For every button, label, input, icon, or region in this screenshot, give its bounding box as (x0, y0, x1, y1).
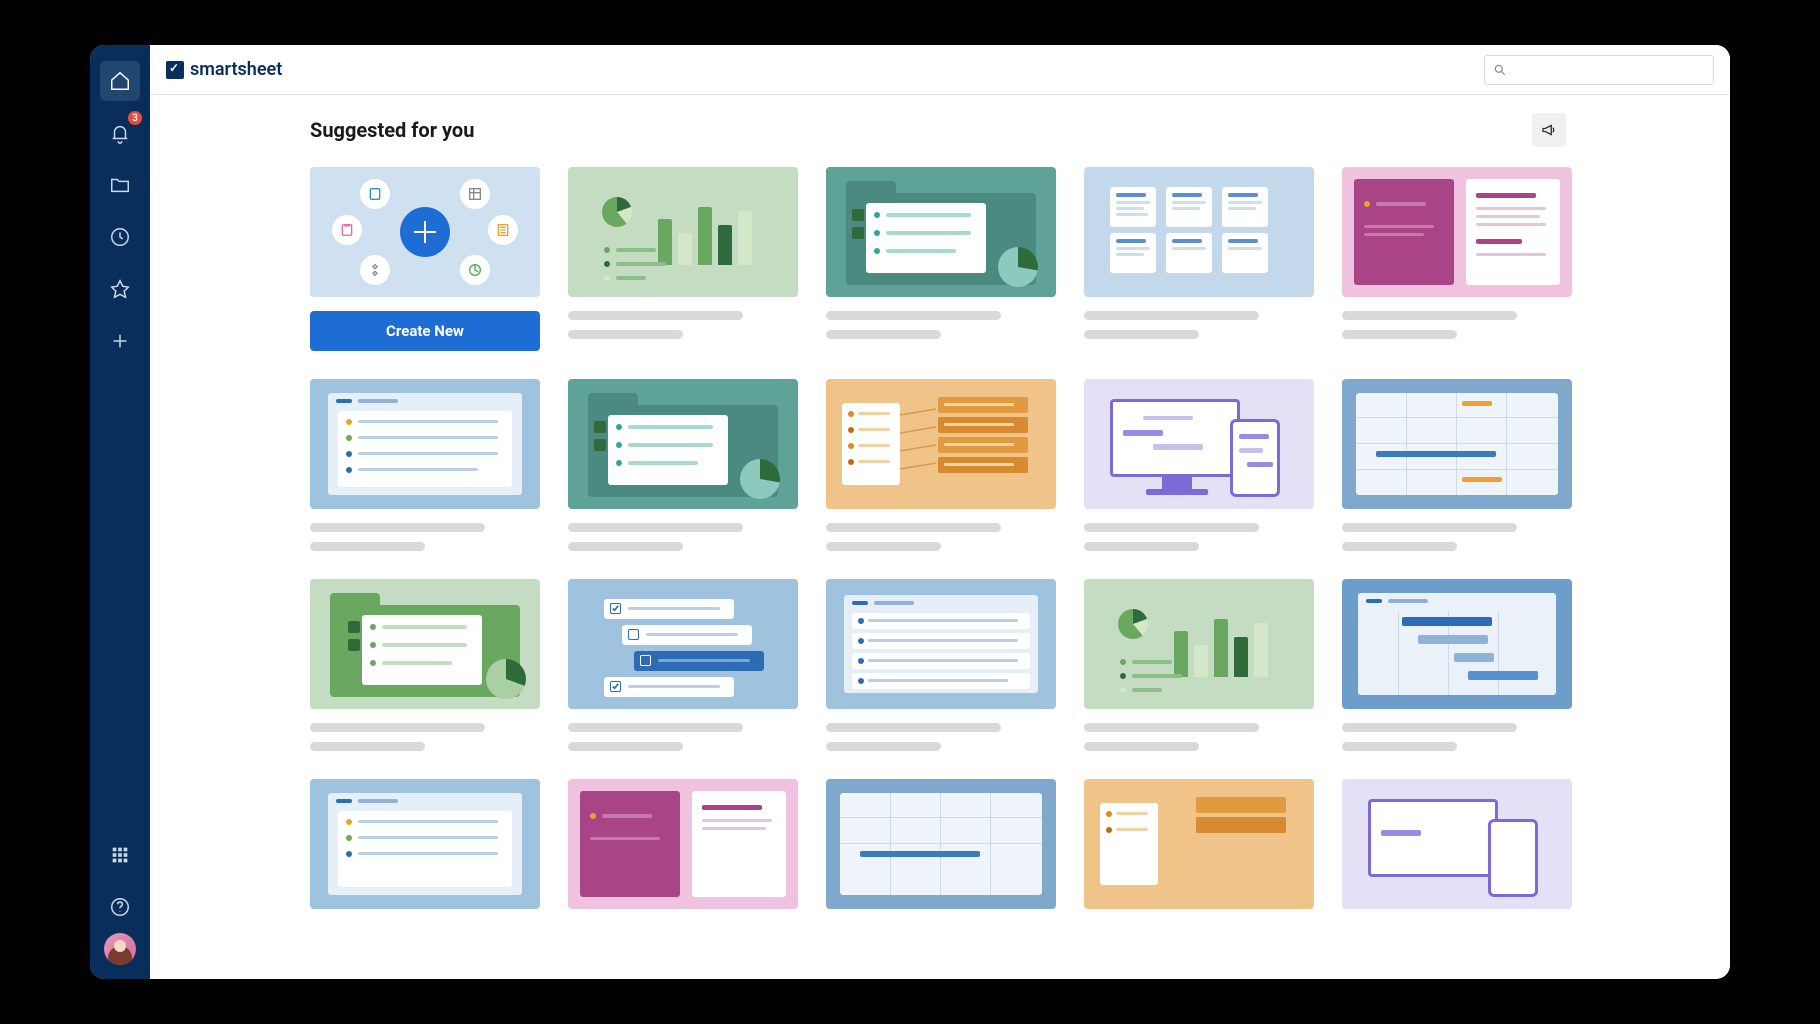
search-icon (1493, 63, 1507, 77)
template-card[interactable] (1342, 167, 1572, 351)
template-card[interactable] (568, 379, 798, 551)
notifications-badge: 3 (128, 111, 142, 125)
nav-help[interactable] (100, 887, 140, 927)
brand-mark-icon (166, 61, 184, 79)
template-card[interactable] (568, 167, 798, 351)
megaphone-icon (1540, 121, 1558, 139)
template-card[interactable] (568, 579, 798, 751)
nav-apps[interactable] (100, 835, 140, 875)
template-card[interactable] (310, 779, 540, 909)
brand-name: smartsheet (190, 59, 282, 80)
create-thumb (310, 167, 540, 297)
topbar: smartsheet (150, 45, 1730, 95)
search-field[interactable] (1513, 62, 1705, 77)
template-card[interactable] (1342, 379, 1572, 551)
create-new-button[interactable]: Create New (310, 311, 540, 351)
brand-logo[interactable]: smartsheet (166, 59, 282, 80)
search-input[interactable] (1484, 55, 1714, 85)
nav-favorites[interactable] (100, 269, 140, 309)
nav-browse[interactable] (100, 165, 140, 205)
template-card[interactable] (1342, 779, 1572, 909)
template-card[interactable] (1084, 379, 1314, 551)
template-grid: Create New (310, 167, 1570, 909)
template-card[interactable] (826, 167, 1056, 351)
nav-recents[interactable] (100, 217, 140, 257)
sidebar: 3 (90, 45, 150, 979)
nav-notifications[interactable]: 3 (100, 113, 140, 153)
nav-home[interactable] (100, 61, 140, 101)
user-avatar[interactable] (104, 933, 136, 965)
template-card[interactable] (1084, 779, 1314, 909)
plus-icon (400, 207, 450, 257)
template-card[interactable] (1084, 579, 1314, 751)
template-card[interactable] (1084, 167, 1314, 351)
template-card[interactable] (826, 579, 1056, 751)
template-card[interactable] (826, 379, 1056, 551)
template-card[interactable] (310, 379, 540, 551)
section-heading: Suggested for you (310, 118, 1532, 142)
nav-create[interactable] (100, 321, 140, 361)
template-card[interactable] (826, 779, 1056, 909)
template-card[interactable] (568, 779, 798, 909)
template-card[interactable] (1342, 579, 1572, 751)
create-new-card[interactable]: Create New (310, 167, 540, 351)
template-card[interactable] (310, 579, 540, 751)
announcements-button[interactable] (1532, 113, 1566, 147)
